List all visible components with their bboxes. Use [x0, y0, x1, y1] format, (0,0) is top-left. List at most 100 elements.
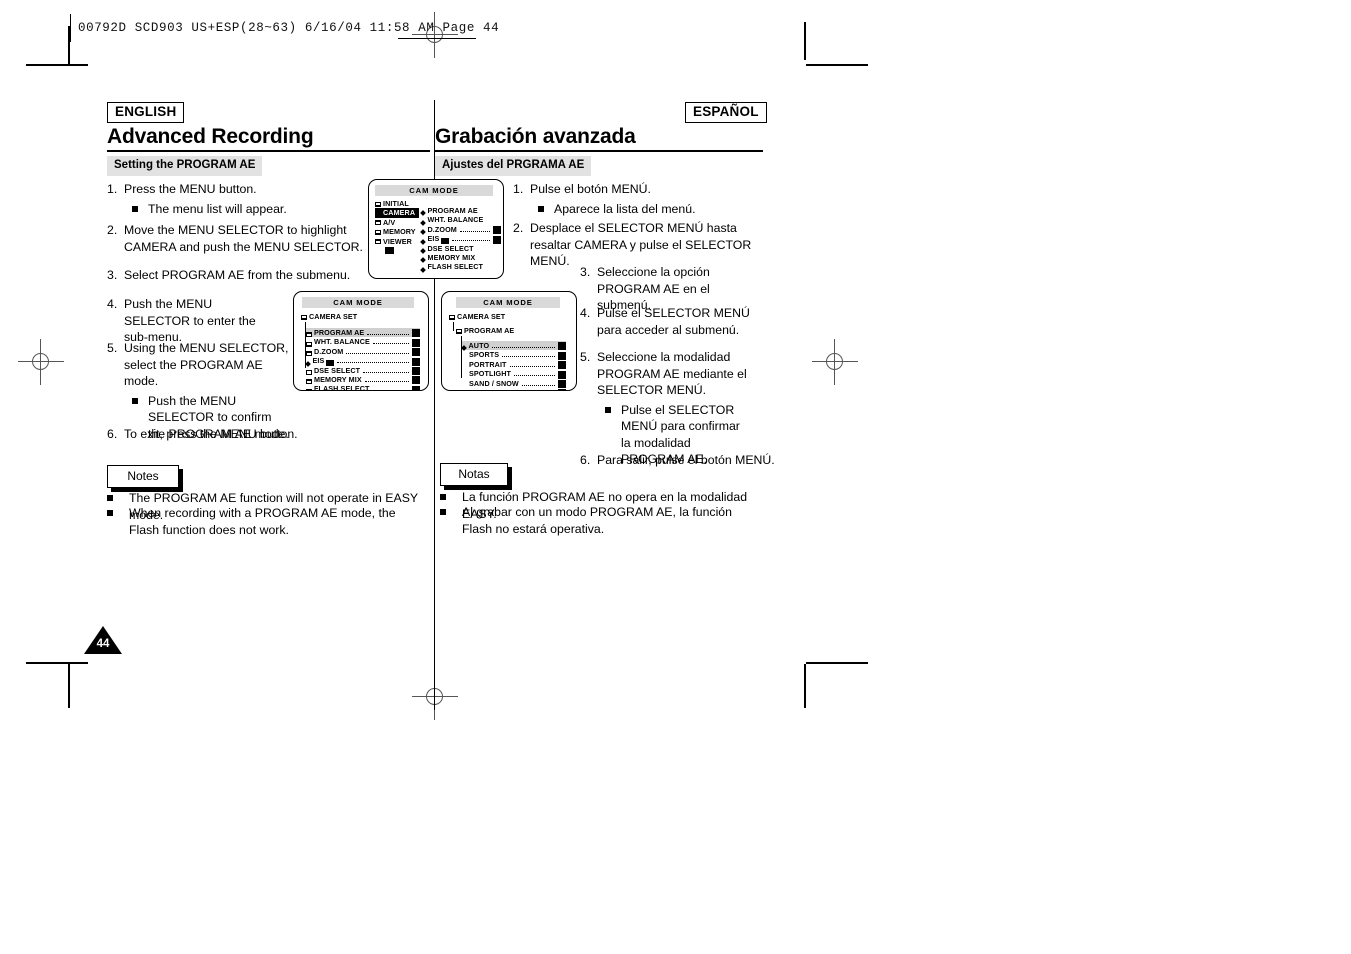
lcd-menu-item: WHT. BALANCE	[306, 337, 420, 347]
chapter-title-english: Advanced Recording	[107, 125, 314, 148]
lcd-screen-main-menu: CAM MODE INITIAL CAMERA A/V MEMORY VIEWE…	[368, 179, 504, 279]
step-text: Move the MENU SELECTOR to highlight CAME…	[124, 223, 363, 254]
dotted-leader	[502, 356, 555, 358]
crop-mark-top-right-v	[804, 22, 806, 60]
dotted-leader	[373, 390, 409, 391]
folder-icon	[456, 328, 462, 334]
step-number: 6.	[580, 453, 591, 467]
lcd-menu-item: VIEWER	[375, 237, 419, 246]
step-number: 4.	[107, 297, 118, 311]
title-rule-english	[107, 150, 430, 153]
lcd-menu-item: DSE SELECT	[306, 366, 420, 376]
step-subitem-text: The menu list will appear.	[148, 201, 287, 216]
lcd-header-cam-mode: CAM MODE	[375, 185, 493, 196]
note-text: Al grabar con un modo PROGRAM AE, la fun…	[462, 505, 732, 536]
title-rule-spanish	[435, 150, 763, 153]
folder-icon	[375, 229, 381, 235]
square-bullet-icon	[107, 510, 113, 516]
lcd-left-column: INITIAL CAMERA A/V MEMORY VIEWER	[375, 199, 419, 255]
value-box-icon	[412, 338, 420, 347]
value-box-icon	[412, 357, 420, 366]
step-number: 6.	[107, 427, 118, 441]
lcd-menu-item-selected: AUTO	[461, 341, 566, 352]
crop-mark-top-right-h	[806, 64, 868, 66]
value-box-icon	[412, 367, 420, 376]
language-tag-spanish: ESPAÑOL	[685, 102, 767, 123]
lcd-menu-item: MEMORY MIX	[306, 375, 420, 385]
mode-icon-sand-snow	[558, 380, 566, 389]
step-item: 1. Press the MENU button. The menu list …	[107, 181, 379, 217]
value-box-icon	[412, 385, 420, 390]
step-number: 2.	[107, 223, 118, 237]
step-text: Press the MENU button.	[124, 182, 257, 196]
value-box-icon	[412, 329, 420, 338]
step-text: To exit, press the MENU button.	[124, 427, 298, 441]
folder-icon	[306, 351, 312, 357]
mode-icon-auto	[558, 342, 566, 351]
dotted-leader	[337, 362, 409, 364]
folder-icon	[306, 388, 312, 390]
step-number: 3.	[107, 268, 118, 282]
mode-icon-spotlight	[558, 370, 566, 379]
folder-icon	[306, 370, 312, 376]
square-bullet-icon	[132, 397, 138, 404]
lcd-menu-item-selected: PROGRAM AE	[306, 328, 420, 338]
step-subitem-text: Aparece la lista del menú.	[554, 201, 696, 216]
lcd-submenu-title: PROGRAM AE	[456, 326, 514, 335]
slug-underline	[398, 38, 476, 39]
dotted-leader	[452, 240, 490, 242]
step-text: Para salir, pulse el botón MENÚ.	[597, 453, 775, 467]
dotted-leader	[363, 371, 409, 373]
section-title-spanish: Ajustes del PRGRAMA AE	[435, 156, 592, 176]
step-text: Seleccione la modalidad PROGRAM AE media…	[597, 350, 747, 397]
lcd-menu-item: FLASH SELECT	[420, 262, 501, 273]
folder-icon	[375, 220, 381, 226]
crop-mark-bottom-left-v	[68, 664, 70, 708]
page-number: 44	[96, 638, 110, 650]
step-text: Using the MENU SELECTOR, select the PROG…	[124, 341, 289, 388]
notes-label-spanish: Notas	[440, 463, 508, 487]
value-box-icon	[493, 226, 501, 235]
dotted-leader	[459, 230, 490, 232]
step-number: 1.	[513, 182, 524, 196]
value-box-icon	[493, 235, 501, 244]
lcd-menu-item: MEMORY	[375, 227, 419, 236]
folder-icon	[301, 314, 307, 320]
lcd-menu-item: PORTRAIT	[462, 360, 566, 370]
lcd-menu-item: INITIAL	[375, 199, 419, 208]
notes-box-english: Notes	[107, 465, 183, 493]
lcd-breadcrumb: CAMERA SET	[301, 312, 357, 321]
folder-icon	[375, 239, 381, 245]
lcd-menu-item: A/V	[375, 218, 419, 227]
step-text: Pulse el SELECTOR MENÚ para acceder al s…	[597, 306, 750, 337]
step-item: 6. Para salir, pulse el botón MENÚ.	[580, 452, 800, 469]
crop-mark-bottom-left-h	[26, 662, 88, 664]
step-text: Push the MENU SELECTOR to enter the sub-…	[124, 297, 256, 344]
lcd-menu-item: EIS	[420, 234, 501, 245]
lcd-screen-camera-set: CAM MODE CAMERA SET PROGRAM AE WHT. BALA…	[293, 291, 429, 391]
step-item: 2. Desplace el SELECTOR MENÚ hasta resal…	[513, 220, 761, 270]
step-item: 5. Seleccione la modalidad PROGRAM AE me…	[580, 349, 748, 468]
square-bullet-icon	[538, 205, 544, 212]
crop-mark-bottom-right-v	[804, 664, 806, 708]
step-text: Select PROGRAM AE from the submenu.	[124, 268, 351, 282]
manual-page: 00792D SCD903 US+ESP(28~63) 6/16/04 11:5…	[0, 0, 1351, 954]
tree-connector	[453, 322, 454, 331]
lcd-menu-item: PROGRAM AE	[420, 206, 501, 217]
dotted-leader	[372, 343, 409, 345]
lcd-menu-item: MEMORY MIX	[420, 253, 501, 264]
notes-label-english: Notes	[107, 465, 179, 489]
slug-rule-left	[70, 14, 71, 42]
square-bullet-icon	[440, 509, 446, 515]
step-number: 2.	[513, 221, 524, 235]
mode-icon-high-speed	[558, 389, 566, 390]
mode-icon-portrait	[558, 361, 566, 370]
step-number: 3.	[580, 265, 591, 279]
note-item: Al grabar con un modo PROGRAM AE, la fun…	[440, 504, 762, 537]
lcd-item-list: PROGRAM AE WHT. BALANCE D.ZOOM EIS DSE S…	[305, 328, 420, 391]
section-title-english: Setting the PROGRAM AE	[107, 156, 263, 176]
step-text: Pulse el botón MENÚ.	[530, 182, 651, 196]
lcd-menu-item: SPOTLIGHT	[462, 369, 566, 379]
lcd-screen-program-ae: CAM MODE CAMERA SET PROGRAM AE AUTO SPOR…	[441, 291, 577, 391]
note-item: When recording with a PROGRAM AE mode, t…	[107, 505, 419, 538]
